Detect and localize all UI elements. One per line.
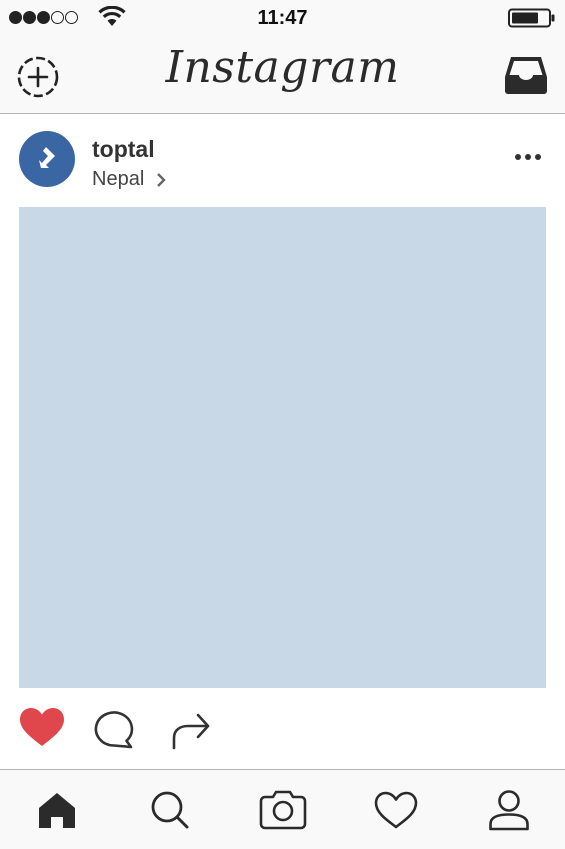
more-options-icon[interactable]	[515, 154, 541, 160]
avatar[interactable]	[19, 131, 75, 187]
toptal-logo-icon	[39, 147, 55, 168]
top-navigation-bar: Instagram	[0, 34, 565, 114]
post-header: toptal Nepal	[0, 114, 565, 206]
bottom-tab-bar	[0, 769, 565, 849]
tab-home[interactable]	[0, 770, 113, 849]
tab-camera[interactable]	[226, 770, 339, 849]
post-image[interactable]	[19, 207, 546, 688]
post-username[interactable]: toptal	[92, 136, 155, 163]
camera-icon	[259, 790, 306, 830]
status-bar: 11:47	[0, 0, 565, 34]
activity-heart-icon	[374, 791, 417, 829]
profile-icon	[488, 790, 529, 831]
battery-icon	[508, 8, 555, 28]
heart-icon[interactable]	[19, 707, 65, 747]
share-icon[interactable]	[170, 708, 212, 750]
home-icon	[38, 793, 75, 828]
tab-search[interactable]	[113, 770, 226, 849]
post-action-bar	[0, 688, 565, 770]
tab-activity[interactable]	[339, 770, 452, 849]
inbox-icon[interactable]	[503, 53, 549, 95]
post-location[interactable]: Nepal	[92, 168, 144, 191]
tab-profile[interactable]	[452, 770, 565, 849]
search-icon	[151, 791, 188, 829]
status-time: 11:47	[257, 7, 308, 29]
comment-icon[interactable]	[93, 708, 137, 750]
chevron-right-icon	[157, 173, 166, 187]
app-logo: Instagram	[165, 42, 400, 93]
